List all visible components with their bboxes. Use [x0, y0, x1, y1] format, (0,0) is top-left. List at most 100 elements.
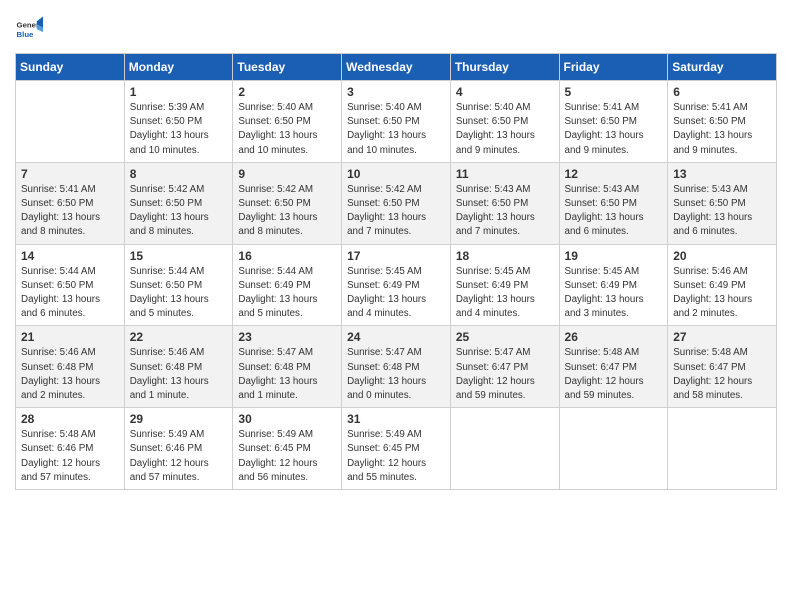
weekday-header-sunday: Sunday	[16, 54, 125, 81]
day-number: 23	[238, 330, 336, 344]
day-info: Sunrise: 5:44 AMSunset: 6:50 PMDaylight:…	[130, 265, 228, 322]
calendar-cell: 10 Sunrise: 5:42 AMSunset: 6:50 PMDayligh…	[342, 162, 451, 244]
day-info: Sunrise: 5:42 AMSunset: 6:50 PMDaylight:…	[238, 183, 336, 240]
day-number: 8	[130, 167, 228, 181]
logo-icon: General Blue	[15, 15, 43, 43]
calendar-week-row: 7Sunrise: 5:41 AMSunset: 6:50 PMDaylight…	[16, 162, 777, 244]
day-info: Sunrise: 5:49 AMSunset: 6:45 PMDaylight:…	[347, 428, 445, 485]
calendar-cell: 30 Sunrise: 5:49 AMSunset: 6:45 PMDayligh…	[233, 408, 342, 490]
day-info: Sunrise: 5:45 AMSunset: 6:49 PMDaylight:…	[347, 265, 445, 322]
day-info: Sunrise: 5:47 AMSunset: 6:47 PMDaylight:…	[456, 346, 554, 403]
header: General Blue	[15, 15, 777, 43]
day-info: Sunrise: 5:48 AMSunset: 6:47 PMDaylight:…	[565, 346, 663, 403]
day-number: 12	[565, 167, 663, 181]
day-info: Sunrise: 5:39 AMSunset: 6:50 PMDaylight:…	[130, 101, 228, 158]
calendar-week-row: 1 Sunrise: 5:39 AMSunset: 6:50 PMDaylight…	[16, 81, 777, 163]
weekday-header-saturday: Saturday	[668, 54, 777, 81]
day-number: 16	[238, 249, 336, 263]
calendar-cell: 29 Sunrise: 5:49 AMSunset: 6:46 PMDayligh…	[124, 408, 233, 490]
weekday-header-row: SundayMondayTuesdayWednesdayThursdayFrid…	[16, 54, 777, 81]
day-number: 24	[347, 330, 445, 344]
day-info: Sunrise: 5:48 AMSunset: 6:47 PMDaylight:…	[673, 346, 771, 403]
day-number: 21	[21, 330, 119, 344]
calendar-cell: 22 Sunrise: 5:46 AMSunset: 6:48 PMDayligh…	[124, 326, 233, 408]
day-number: 30	[238, 412, 336, 426]
weekday-header-tuesday: Tuesday	[233, 54, 342, 81]
calendar-cell	[559, 408, 668, 490]
day-number: 14	[21, 249, 119, 263]
day-info: Sunrise: 5:49 AMSunset: 6:46 PMDaylight:…	[130, 428, 228, 485]
calendar-cell: 21 Sunrise: 5:46 AMSunset: 6:48 PMDayligh…	[16, 326, 125, 408]
calendar-week-row: 21 Sunrise: 5:46 AMSunset: 6:48 PMDayligh…	[16, 326, 777, 408]
calendar-cell: 4Sunrise: 5:40 AMSunset: 6:50 PMDaylight…	[450, 81, 559, 163]
calendar-cell: 19 Sunrise: 5:45 AMSunset: 6:49 PMDayligh…	[559, 244, 668, 326]
day-info: Sunrise: 5:41 AMSunset: 6:50 PMDaylight:…	[565, 101, 663, 158]
calendar-cell: 6 Sunrise: 5:41 AMSunset: 6:50 PMDaylight…	[668, 81, 777, 163]
day-number: 22	[130, 330, 228, 344]
day-info: Sunrise: 5:46 AMSunset: 6:48 PMDaylight:…	[130, 346, 228, 403]
day-info: Sunrise: 5:46 AMSunset: 6:48 PMDaylight:…	[21, 346, 119, 403]
calendar-cell: 13Sunrise: 5:43 AMSunset: 6:50 PMDayligh…	[668, 162, 777, 244]
calendar-cell: 28 Sunrise: 5:48 AMSunset: 6:46 PMDayligh…	[16, 408, 125, 490]
day-info: Sunrise: 5:43 AMSunset: 6:50 PMDaylight:…	[673, 183, 771, 240]
day-info: Sunrise: 5:44 AMSunset: 6:49 PMDaylight:…	[238, 265, 336, 322]
day-info: Sunrise: 5:42 AMSunset: 6:50 PMDaylight:…	[347, 183, 445, 240]
day-info: Sunrise: 5:46 AMSunset: 6:49 PMDaylight:…	[673, 265, 771, 322]
calendar-cell: 26 Sunrise: 5:48 AMSunset: 6:47 PMDayligh…	[559, 326, 668, 408]
calendar-cell: 25 Sunrise: 5:47 AMSunset: 6:47 PMDayligh…	[450, 326, 559, 408]
day-info: Sunrise: 5:43 AMSunset: 6:50 PMDaylight:…	[456, 183, 554, 240]
calendar-cell: 16 Sunrise: 5:44 AMSunset: 6:49 PMDayligh…	[233, 244, 342, 326]
calendar-cell	[450, 408, 559, 490]
calendar-cell: 5 Sunrise: 5:41 AMSunset: 6:50 PMDaylight…	[559, 81, 668, 163]
calendar-cell	[16, 81, 125, 163]
svg-text:Blue: Blue	[17, 30, 35, 39]
day-number: 20	[673, 249, 771, 263]
day-info: Sunrise: 5:42 AMSunset: 6:50 PMDaylight:…	[130, 183, 228, 240]
day-number: 27	[673, 330, 771, 344]
day-number: 5	[565, 85, 663, 99]
day-number: 1	[130, 85, 228, 99]
weekday-header-friday: Friday	[559, 54, 668, 81]
day-info: Sunrise: 5:49 AMSunset: 6:45 PMDaylight:…	[238, 428, 336, 485]
day-number: 18	[456, 249, 554, 263]
day-info: Sunrise: 5:45 AMSunset: 6:49 PMDaylight:…	[565, 265, 663, 322]
day-number: 3	[347, 85, 445, 99]
day-info: Sunrise: 5:41 AMSunset: 6:50 PMDaylight:…	[673, 101, 771, 158]
day-info: Sunrise: 5:41 AMSunset: 6:50 PMDaylight:…	[21, 183, 119, 240]
weekday-header-wednesday: Wednesday	[342, 54, 451, 81]
calendar-cell: 27 Sunrise: 5:48 AMSunset: 6:47 PMDayligh…	[668, 326, 777, 408]
day-number: 29	[130, 412, 228, 426]
calendar-cell: 1 Sunrise: 5:39 AMSunset: 6:50 PMDaylight…	[124, 81, 233, 163]
day-info: Sunrise: 5:43 AMSunset: 6:50 PMDaylight:…	[565, 183, 663, 240]
calendar-week-row: 28 Sunrise: 5:48 AMSunset: 6:46 PMDayligh…	[16, 408, 777, 490]
day-info: Sunrise: 5:47 AMSunset: 6:48 PMDaylight:…	[347, 346, 445, 403]
calendar-cell: 3Sunrise: 5:40 AMSunset: 6:50 PMDaylight…	[342, 81, 451, 163]
calendar-cell: 23 Sunrise: 5:47 AMSunset: 6:48 PMDayligh…	[233, 326, 342, 408]
day-number: 28	[21, 412, 119, 426]
day-number: 11	[456, 167, 554, 181]
calendar-cell: 20 Sunrise: 5:46 AMSunset: 6:49 PMDayligh…	[668, 244, 777, 326]
day-number: 25	[456, 330, 554, 344]
day-number: 9	[238, 167, 336, 181]
calendar-cell: 12 Sunrise: 5:43 AMSunset: 6:50 PMDayligh…	[559, 162, 668, 244]
calendar-cell: 15 Sunrise: 5:44 AMSunset: 6:50 PMDayligh…	[124, 244, 233, 326]
logo: General Blue	[15, 15, 47, 43]
calendar-cell: 24 Sunrise: 5:47 AMSunset: 6:48 PMDayligh…	[342, 326, 451, 408]
day-info: Sunrise: 5:45 AMSunset: 6:49 PMDaylight:…	[456, 265, 554, 322]
calendar-week-row: 14 Sunrise: 5:44 AMSunset: 6:50 PMDayligh…	[16, 244, 777, 326]
calendar-table: SundayMondayTuesdayWednesdayThursdayFrid…	[15, 53, 777, 490]
day-info: Sunrise: 5:47 AMSunset: 6:48 PMDaylight:…	[238, 346, 336, 403]
calendar-cell: 8 Sunrise: 5:42 AMSunset: 6:50 PMDaylight…	[124, 162, 233, 244]
calendar-cell: 17 Sunrise: 5:45 AMSunset: 6:49 PMDayligh…	[342, 244, 451, 326]
day-number: 15	[130, 249, 228, 263]
calendar-cell: 9 Sunrise: 5:42 AMSunset: 6:50 PMDaylight…	[233, 162, 342, 244]
day-number: 17	[347, 249, 445, 263]
day-number: 6	[673, 85, 771, 99]
calendar-cell: 7Sunrise: 5:41 AMSunset: 6:50 PMDaylight…	[16, 162, 125, 244]
day-info: Sunrise: 5:48 AMSunset: 6:46 PMDaylight:…	[21, 428, 119, 485]
day-info: Sunrise: 5:40 AMSunset: 6:50 PMDaylight:…	[456, 101, 554, 158]
day-number: 26	[565, 330, 663, 344]
day-number: 19	[565, 249, 663, 263]
day-number: 10	[347, 167, 445, 181]
weekday-header-thursday: Thursday	[450, 54, 559, 81]
